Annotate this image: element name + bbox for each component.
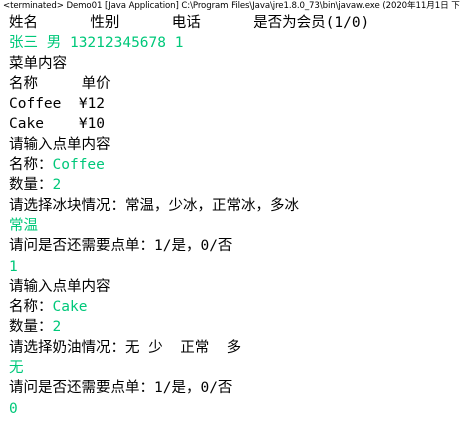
console-line: 数量：2: [9, 175, 474, 195]
console-input-value: 2: [52, 319, 62, 336]
console-line: 名称 单价: [9, 75, 111, 92]
console-line: 请问是否还需要点单：1/是，0/否: [9, 380, 233, 397]
console-line: 请选择奶油情况：无 少 正常 多: [9, 339, 242, 356]
console-line: 请输入点单内容: [9, 278, 111, 295]
console-line: 菜单内容: [9, 55, 67, 72]
console-input-line: 1: [9, 258, 18, 275]
console-line: 请问是否还需要点单：1/是，0/否: [9, 238, 233, 255]
console-line: 请输入点单内容: [9, 136, 111, 153]
console-input-value: Cake: [52, 299, 88, 316]
console-input-value: 2: [52, 177, 62, 194]
console-prompt: 数量：: [9, 319, 53, 336]
console-input-value: Coffee: [52, 157, 105, 174]
console-input-line: 无: [9, 360, 24, 377]
console-output[interactable]: 姓名 性别 电话 是否为会员(1/0) 张三 男 13212345678 1 菜…: [9, 13, 474, 424]
console-prompt: 名称：: [9, 299, 53, 316]
console-input-line: 0: [9, 400, 18, 417]
console-prompt: 名称：: [9, 157, 53, 174]
console-line: 名称：Cake: [9, 297, 474, 317]
console-input-line: 常温: [9, 217, 38, 234]
console-title: <terminated> Demo01 [Java Application] C…: [3, 1, 460, 11]
console-input-line: 张三 男 13212345678 1: [9, 35, 184, 52]
console-line: 姓名 性别 电话 是否为会员(1/0): [9, 15, 370, 31]
console-title-bar: <terminated> Demo01 [Java Application] C…: [0, 0, 474, 13]
console-line: 请选择冰块情况：常温，少冰，正常冰，多冰: [9, 197, 299, 214]
console-line: Cake ¥10: [9, 116, 106, 133]
console-line: Coffee ¥12: [9, 96, 106, 113]
console-line: 名称：Coffee: [9, 155, 474, 175]
console-line: 数量：2: [9, 317, 474, 337]
console-prompt: 数量：: [9, 177, 53, 194]
